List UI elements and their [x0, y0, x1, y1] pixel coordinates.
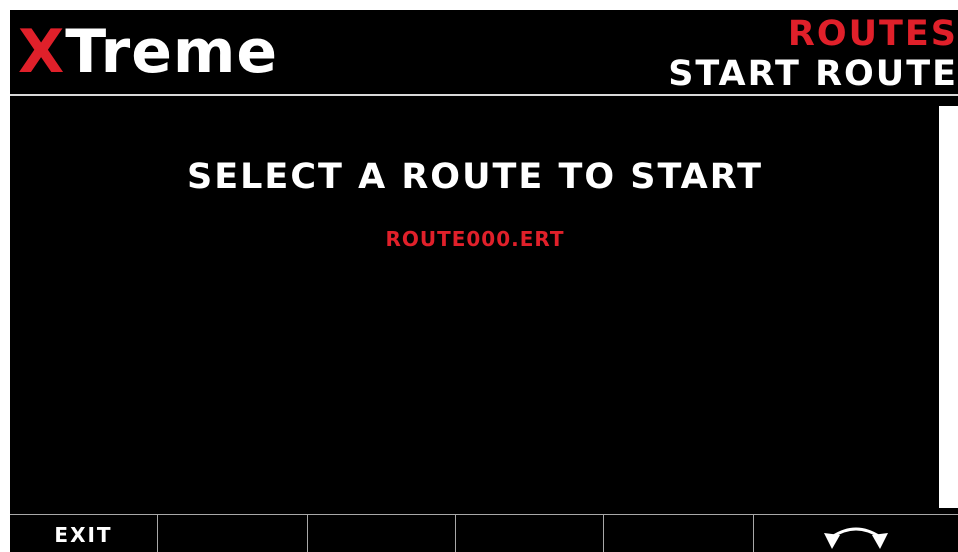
- select-route-prompt: SELECT A ROUTE TO START: [187, 157, 763, 197]
- header: XTreme ROUTES START ROUTE: [10, 10, 958, 94]
- xtreme-logo: XTreme: [18, 16, 278, 88]
- softkey-bar: EXIT: [10, 515, 958, 552]
- logo-x: X: [18, 17, 66, 87]
- softkey-5[interactable]: [603, 515, 753, 552]
- main-content: SELECT A ROUTE TO START ROUTE000.ERT: [10, 96, 958, 514]
- logo-text: Treme: [65, 17, 279, 87]
- page-title: ROUTES: [787, 14, 958, 54]
- route-list-item[interactable]: ROUTE000.ERT: [10, 226, 940, 252]
- softkey-2[interactable]: [157, 515, 307, 552]
- rotary-knob-icon: [824, 527, 888, 549]
- softkey-4[interactable]: [455, 515, 603, 552]
- scrollbar[interactable]: [939, 106, 958, 508]
- device-screen: XTreme ROUTES START ROUTE SELECT A ROUTE…: [10, 10, 958, 552]
- page-subtitle: START ROUTE: [668, 54, 958, 94]
- softkey-knob[interactable]: [753, 515, 958, 552]
- softkey-3[interactable]: [307, 515, 455, 552]
- exit-button[interactable]: EXIT: [10, 515, 157, 552]
